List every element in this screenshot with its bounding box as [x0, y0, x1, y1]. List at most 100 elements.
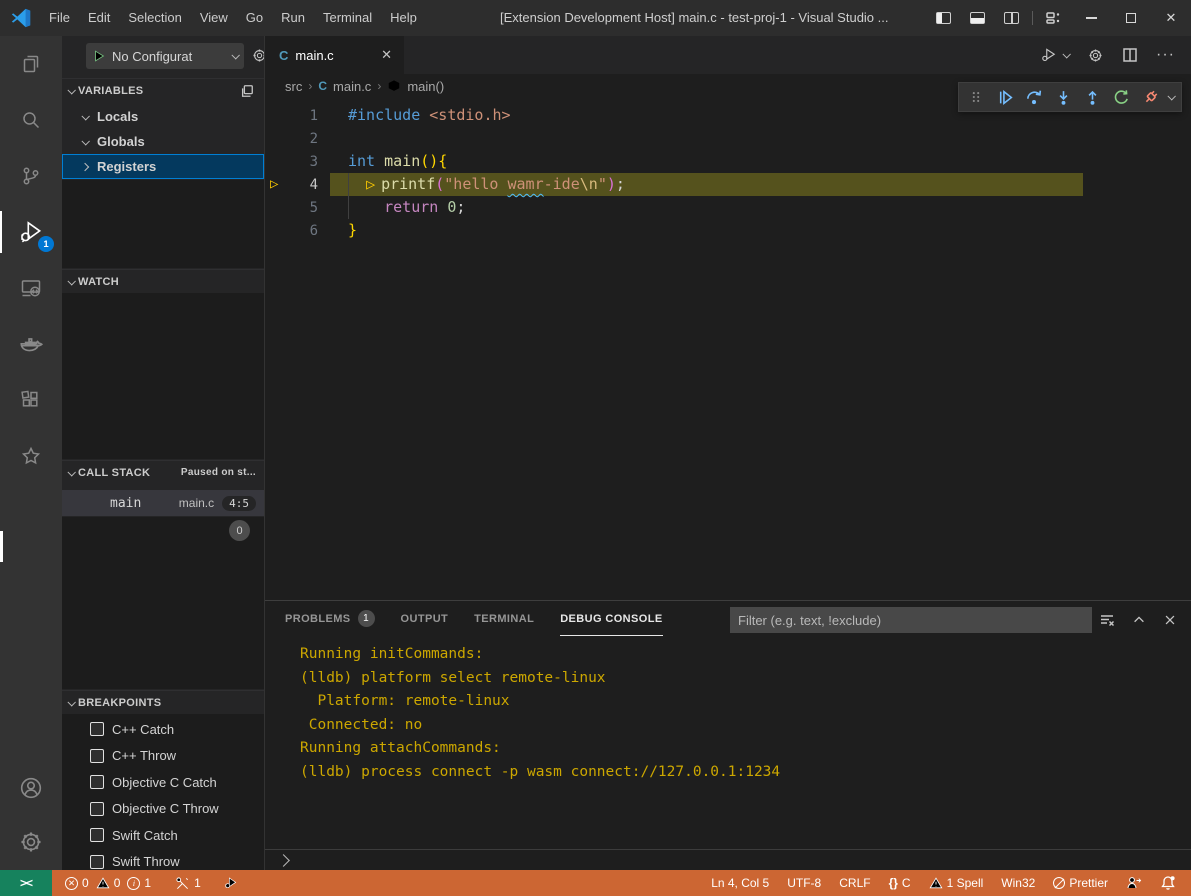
menu-help[interactable]: Help — [381, 5, 426, 31]
gutter-line-6[interactable]: 6 — [265, 219, 330, 242]
close-panel-icon[interactable] — [1163, 613, 1177, 627]
gutter-line-3[interactable]: 3 — [265, 150, 330, 173]
panel-tab-output[interactable]: OUTPUT — [401, 602, 449, 636]
debug-disconnect-button[interactable] — [1139, 85, 1163, 109]
code-line-content[interactable] — [330, 127, 1191, 150]
settings-gear-icon[interactable] — [0, 814, 62, 870]
activity-source-control-icon[interactable] — [0, 148, 62, 204]
call-stack-frame-row[interactable]: main main.c 4:5 — [62, 490, 264, 516]
formatter-item[interactable]: Prettier — [1048, 870, 1113, 896]
checkbox-unchecked-icon[interactable] — [90, 722, 104, 736]
checkbox-unchecked-icon[interactable] — [90, 775, 104, 789]
notifications-item[interactable] — [1155, 870, 1181, 896]
code-line-6[interactable]: 6} — [265, 219, 1191, 242]
line-number[interactable]: 6 — [278, 220, 330, 243]
variables-item-locals[interactable]: Locals — [62, 104, 264, 129]
debug-continue-button[interactable] — [993, 85, 1017, 109]
copy-icon[interactable] — [240, 84, 254, 98]
code-line-content[interactable]: ▷printf("hello wamr-ide\n"); — [330, 173, 1083, 196]
tab-main-c[interactable]: C main.c ✕ — [265, 36, 405, 74]
checkbox-unchecked-icon[interactable] — [90, 802, 104, 816]
menu-selection[interactable]: Selection — [119, 5, 190, 31]
activity-search-icon[interactable] — [0, 92, 62, 148]
breakpoint-item-objective-c-throw[interactable]: Objective C Throw — [62, 796, 264, 823]
toolbar-drag-handle[interactable] — [964, 85, 988, 109]
menu-file[interactable]: File — [40, 5, 79, 31]
activity-remote-explorer-icon[interactable] — [0, 260, 62, 316]
cursor-position-item[interactable]: Ln 4, Col 5 — [706, 870, 774, 896]
feedback-item[interactable] — [1121, 870, 1147, 896]
checkbox-unchecked-icon[interactable] — [90, 855, 104, 869]
checkbox-unchecked-icon[interactable] — [90, 828, 104, 842]
gutter-line-4[interactable]: ▷4 — [265, 173, 330, 196]
more-actions-icon[interactable]: ··· — [1156, 46, 1175, 64]
close-window-button[interactable]: ✕ — [1151, 0, 1191, 36]
eol-item[interactable]: CRLF — [834, 870, 875, 896]
encoding-item[interactable]: UTF-8 — [782, 870, 826, 896]
minimize-button[interactable] — [1071, 0, 1111, 36]
code-line-3[interactable]: 3int main(){ — [265, 150, 1191, 173]
code-line-content[interactable]: } — [330, 219, 1191, 242]
maximize-button[interactable] — [1111, 0, 1151, 36]
chevron-down-icon[interactable] — [1167, 92, 1175, 100]
panel-tab-terminal[interactable]: TERMINAL — [474, 602, 534, 636]
activity-explorer-icon[interactable] — [0, 36, 62, 92]
panel-tab-problems[interactable]: PROBLEMS1 — [285, 602, 375, 636]
menu-terminal[interactable]: Terminal — [314, 5, 381, 31]
line-number[interactable]: 3 — [278, 151, 330, 174]
breakpoint-item-swift-throw[interactable]: Swift Throw — [62, 849, 264, 871]
breakpoint-item-swift-catch[interactable]: Swift Catch — [62, 822, 264, 849]
gutter-line-5[interactable]: 5 — [265, 196, 330, 219]
checkbox-unchecked-icon[interactable] — [90, 749, 104, 763]
activity-extensions-icon[interactable] — [0, 372, 62, 428]
console-input-prompt-icon[interactable] — [277, 854, 290, 867]
debug-settings-gear-icon[interactable] — [251, 47, 265, 64]
menu-view[interactable]: View — [191, 5, 237, 31]
debug-step-over-button[interactable] — [1022, 85, 1046, 109]
toggle-secondary-sidebar-icon[interactable] — [994, 0, 1028, 36]
spell-checker-item[interactable]: 1 Spell — [924, 870, 989, 896]
breadcrumb-file[interactable]: main.c — [333, 79, 371, 94]
breadcrumb-symbol[interactable]: main() — [407, 79, 444, 94]
code-line-2[interactable]: 2 — [265, 127, 1191, 150]
activity-run-and-debug-icon[interactable]: 1 — [0, 204, 62, 260]
code-line-content[interactable]: int main(){ — [330, 150, 1191, 173]
debug-restart-button[interactable] — [1110, 85, 1134, 109]
debug-step-out-button[interactable] — [1081, 85, 1105, 109]
panel-tab-debug-console[interactable]: DEBUG CONSOLE — [560, 602, 662, 636]
debug-console-filter-input[interactable] — [730, 607, 1092, 633]
debug-status-item[interactable] — [218, 870, 244, 896]
debug-step-into-button[interactable] — [1051, 85, 1075, 109]
run-or-debug-button[interactable] — [1040, 46, 1069, 64]
breakpoints-section-header[interactable]: BREAKPOINTS — [62, 690, 264, 714]
maximize-panel-chevron-icon[interactable] — [1132, 613, 1146, 627]
customize-layout-icon[interactable] — [1037, 0, 1071, 36]
breakpoint-item-c-catch[interactable]: C++ Catch — [62, 716, 264, 743]
editor-settings-gear-icon[interactable] — [1087, 47, 1104, 64]
toggle-sidebar-icon[interactable] — [926, 0, 960, 36]
menu-go[interactable]: Go — [237, 5, 272, 31]
breakpoint-item-c-throw[interactable]: C++ Throw — [62, 743, 264, 770]
toggle-panel-icon[interactable] — [960, 0, 994, 36]
code-line-content[interactable]: return 0; — [330, 196, 1191, 219]
gutter-line-1[interactable]: 1 — [265, 104, 330, 127]
split-editor-icon[interactable] — [1122, 47, 1138, 63]
code-line-5[interactable]: 5 return 0; — [265, 196, 1191, 219]
variables-item-registers[interactable]: Registers — [62, 154, 264, 179]
call-stack-section-header[interactable]: CALL STACK Paused on st... — [62, 460, 264, 484]
activity-docker-icon[interactable] — [0, 316, 62, 372]
menu-run[interactable]: Run — [272, 5, 314, 31]
tools-status-item[interactable]: 1 — [170, 870, 206, 896]
code-editor[interactable]: 1#include <stdio.h>23int main(){▷4 ▷prin… — [265, 98, 1191, 600]
platform-item[interactable]: Win32 — [996, 870, 1040, 896]
start-debugging-icon[interactable] — [92, 49, 106, 63]
line-number[interactable]: 5 — [278, 197, 330, 220]
remote-indicator-button[interactable]: >< — [0, 870, 52, 896]
close-tab-icon[interactable]: ✕ — [379, 45, 394, 65]
breadcrumb-folder[interactable]: src — [285, 79, 302, 94]
language-mode-item[interactable]: {} C — [884, 870, 916, 896]
debug-configuration-dropdown[interactable]: No Configurat — [86, 43, 244, 69]
problems-status-item[interactable]: ✕ 0 0 i 1 — [60, 870, 156, 896]
gutter-line-2[interactable]: 2 — [265, 127, 330, 150]
line-number[interactable]: 2 — [278, 128, 330, 151]
